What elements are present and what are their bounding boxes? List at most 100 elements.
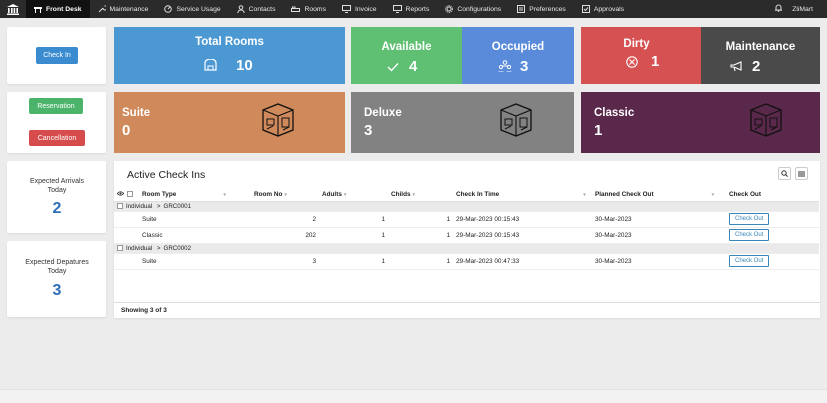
cell-adults: 1 xyxy=(319,227,388,244)
header-label: Adults xyxy=(322,190,342,198)
group-row[interactable]: Individual > GRC0001 xyxy=(114,201,819,212)
monitor-icon xyxy=(392,5,402,13)
dirty-value: 1 xyxy=(651,53,660,70)
eye-icon[interactable] xyxy=(116,191,125,198)
nav-reports[interactable]: Reports xyxy=(385,0,438,18)
total-rooms-tile[interactable]: Total Rooms 10 xyxy=(114,27,345,84)
nav-contacts[interactable]: Contacts xyxy=(229,0,284,18)
column-chooser-button[interactable] xyxy=(795,167,808,180)
classic-label: Classic xyxy=(594,107,635,119)
deluxe-tile[interactable]: Deluxe 3 xyxy=(351,92,574,153)
cell-check-out: Check Out xyxy=(726,227,819,244)
dirty-label: Dirty xyxy=(623,38,650,50)
cell-room-no: 202 xyxy=(251,227,319,244)
nav-front-desk[interactable]: Front Desk xyxy=(26,0,90,18)
nav-label: Maintenance xyxy=(109,5,149,13)
nav-configurations[interactable]: Configurations xyxy=(437,0,509,18)
check-in-button[interactable]: Check In xyxy=(36,47,78,64)
sliders-icon xyxy=(517,5,526,13)
nav-label: Invoice xyxy=(355,5,377,13)
room-interior-icon xyxy=(497,102,535,140)
search-button[interactable] xyxy=(778,167,791,180)
broom-badge-icon xyxy=(626,56,638,70)
check-out-button[interactable]: Check Out xyxy=(729,255,770,267)
group-separator: > xyxy=(156,202,161,210)
check-out-button[interactable]: Check Out xyxy=(729,213,770,225)
cell-adults: 1 xyxy=(319,211,388,228)
cell-room-type: Suite xyxy=(139,211,251,228)
gear-icon xyxy=(445,5,454,13)
checkin-card: Check In xyxy=(7,27,106,84)
cell-adults: 1 xyxy=(319,253,388,270)
cell-childs: 1 xyxy=(388,227,453,244)
nav-label: Service Usage xyxy=(176,5,221,13)
suite-value: 0 xyxy=(122,122,131,139)
table-row[interactable]: Suite 3 1 1 29-Mar-2023 00:47:33 30-Mar-… xyxy=(114,253,819,270)
cancellation-button[interactable]: Cancellation xyxy=(29,130,85,146)
sort-icon: ▾ xyxy=(412,191,416,198)
occupied-tile[interactable]: Occupied 3 xyxy=(462,27,574,84)
nav-invoice[interactable]: Invoice xyxy=(334,0,385,18)
header-label: Room No xyxy=(254,190,283,198)
group-code: GRC0001 xyxy=(163,202,192,210)
header-room-type[interactable]: Room Type ▾ xyxy=(139,188,251,202)
hotel-logo-icon[interactable] xyxy=(0,0,26,18)
select-all-checkbox[interactable] xyxy=(127,191,133,198)
header-check-in-time[interactable]: Check In Time ▾ xyxy=(453,188,592,202)
total-rooms-value: 10 xyxy=(236,57,253,74)
search-icon xyxy=(781,170,788,177)
deluxe-label: Deluxe xyxy=(364,107,402,119)
header-label: Check Out xyxy=(729,190,761,198)
group-checkbox[interactable] xyxy=(117,202,123,209)
header-planned-check-out[interactable]: Planned Check Out ▾ xyxy=(592,188,726,202)
grid-footer-text: Showing 3 of 3 xyxy=(121,307,167,314)
available-tile[interactable]: Available 4 xyxy=(351,27,462,84)
bell-icon[interactable] xyxy=(775,4,783,14)
cell-planned-check-out: 30-Mar-2023 xyxy=(592,227,726,244)
active-checkins-title: Active Check Ins xyxy=(127,169,206,181)
expected-arrivals-card: Expected Arrivals Today 2 xyxy=(7,161,106,233)
suite-tile[interactable]: Suite 0 xyxy=(114,92,345,153)
user-name[interactable]: ZliMart xyxy=(792,6,813,13)
maintenance-tile[interactable]: Maintenance 2 xyxy=(701,27,820,84)
nav-rooms[interactable]: Rooms xyxy=(283,0,334,18)
maintenance-value: 2 xyxy=(752,58,761,75)
group-row[interactable]: Individual > GRC0002 xyxy=(114,243,819,254)
monitor-icon xyxy=(342,5,351,13)
check-out-button[interactable]: Check Out xyxy=(729,229,770,241)
cell-room-type: Classic xyxy=(139,227,251,244)
nav-label: Approvals xyxy=(593,5,625,13)
nav-service-usage[interactable]: Service Usage xyxy=(156,0,228,18)
nav-preferences[interactable]: Preferences xyxy=(509,0,574,18)
megaphone-icon xyxy=(730,61,744,74)
group-checkbox[interactable] xyxy=(117,244,123,251)
cell-check-out: Check Out xyxy=(726,253,819,270)
people-icon xyxy=(498,60,512,74)
gauge-icon xyxy=(164,5,173,13)
group-label: Individual xyxy=(126,202,153,210)
nav-label: Reports xyxy=(405,5,430,13)
header-select[interactable] xyxy=(114,188,139,202)
door-icon xyxy=(204,58,217,73)
header-adults[interactable]: Adults ▾ xyxy=(319,188,388,202)
header-childs[interactable]: Childs ▾ xyxy=(388,188,453,202)
nav-label: Configurations xyxy=(457,5,502,13)
classic-tile[interactable]: Classic 1 xyxy=(581,92,820,153)
header-room-no[interactable]: Room No ▾ xyxy=(251,188,319,202)
dirty-tile[interactable]: Dirty 1 xyxy=(581,27,701,84)
available-value: 4 xyxy=(409,58,418,75)
expected-arrivals-value: 2 xyxy=(52,200,62,217)
reservation-button[interactable]: Reservation xyxy=(29,98,83,114)
nav-approvals[interactable]: Approvals xyxy=(574,0,632,18)
table-row[interactable]: Classic 202 1 1 29-Mar-2023 00:15:43 30-… xyxy=(114,227,819,244)
check-icon xyxy=(387,62,399,74)
nav-label: Contacts xyxy=(248,5,276,13)
total-rooms-label: Total Rooms xyxy=(195,36,264,48)
sort-icon: ▾ xyxy=(343,191,347,198)
table-row[interactable]: Suite 2 1 1 29-Mar-2023 00:15:43 30-Mar-… xyxy=(114,211,819,228)
reservation-card: Reservation Cancellation xyxy=(7,92,106,153)
grid-header-row: Room Type ▾ Room No ▾ Adults ▾ Childs ▾ Chec… xyxy=(114,188,819,202)
group-separator: > xyxy=(156,244,161,252)
nav-maintenance[interactable]: Maintenance xyxy=(90,0,157,18)
group-label: Individual xyxy=(126,244,153,252)
